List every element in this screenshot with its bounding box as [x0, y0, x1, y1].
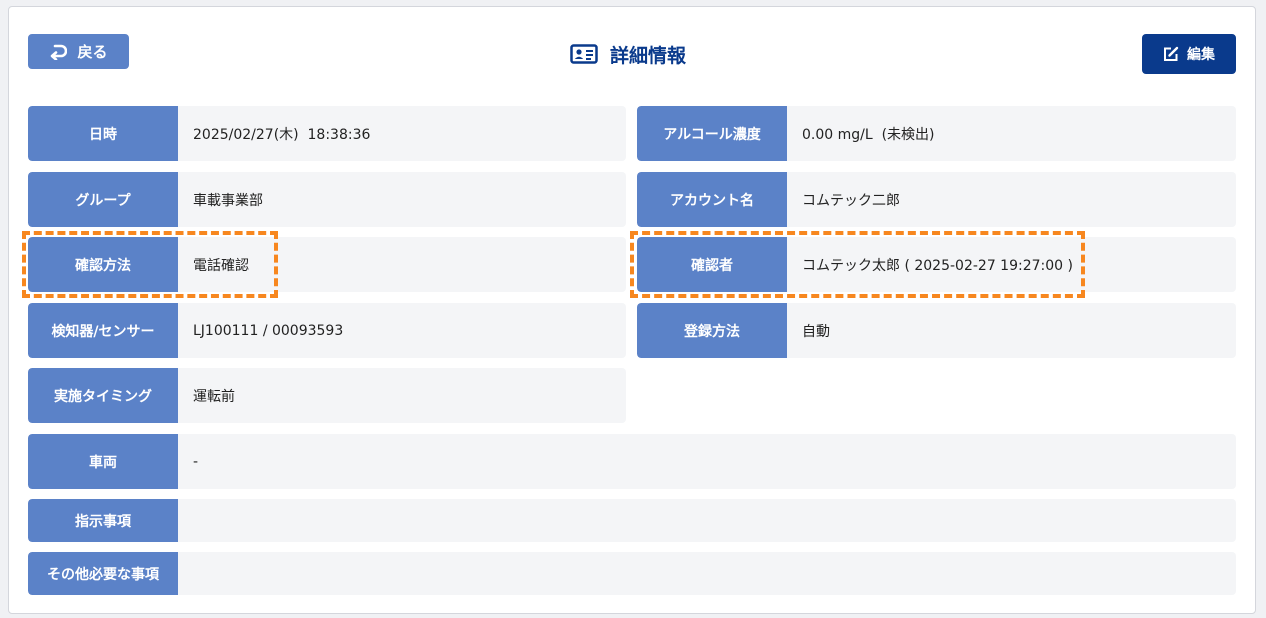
group-value: 車載事業部	[193, 192, 263, 209]
datetime-label: 日時	[28, 106, 178, 161]
back-label: 戻る	[77, 43, 108, 61]
account-value: コムテック二郎	[802, 192, 900, 209]
other-row: その他必要な事項	[28, 552, 1236, 595]
edit-label: 編集	[1187, 47, 1215, 63]
alcohol-value: 0.00 mg/L (未検出)	[802, 126, 935, 143]
instructions-label: 指示事項	[28, 499, 178, 542]
page-title-text: 詳細情報	[610, 44, 687, 67]
register-method-value: 自動	[802, 323, 830, 340]
vehicle-row: 車両 -	[28, 434, 1236, 489]
instructions-value	[178, 499, 193, 542]
account-row: アカウント名 コムテック二郎	[637, 172, 1236, 227]
return-arrow-icon	[49, 44, 68, 60]
detector-value: LJ100111 / 00093593	[193, 322, 344, 339]
confirmer-row: 確認者 コムテック太郎 ( 2025-02-27 19:27:00 )	[637, 237, 1236, 292]
confirm-method-row: 確認方法 電話確認	[28, 237, 626, 292]
detector-label: 検知器/センサー	[28, 303, 178, 358]
detector-row: 検知器/センサー LJ100111 / 00093593	[28, 303, 626, 358]
register-method-row: 登録方法 自動	[637, 303, 1236, 358]
group-row: グループ 車載事業部	[28, 172, 626, 227]
instructions-row: 指示事項	[28, 499, 1236, 542]
confirmer-value: コムテック太郎 ( 2025-02-27 19:27:00 )	[802, 257, 1073, 274]
timing-label: 実施タイミング	[28, 368, 178, 423]
alcohol-label: アルコール濃度	[637, 106, 787, 161]
vehicle-label: 車両	[28, 434, 178, 489]
confirm-method-label: 確認方法	[28, 237, 178, 292]
confirm-method-value: 電話確認	[193, 257, 249, 274]
id-card-icon	[570, 44, 598, 64]
group-label: グループ	[28, 172, 178, 227]
datetime-value: 2025/02/27(木) 18:38:36	[193, 126, 371, 143]
edit-icon	[1163, 46, 1179, 62]
alcohol-row: アルコール濃度 0.00 mg/L (未検出)	[637, 106, 1236, 161]
back-button[interactable]: 戻る	[28, 34, 129, 69]
account-label: アカウント名	[637, 172, 787, 227]
edit-button[interactable]: 編集	[1142, 34, 1236, 74]
other-value	[178, 552, 193, 595]
other-label: その他必要な事項	[28, 552, 178, 595]
vehicle-value: -	[193, 453, 199, 470]
register-method-label: 登録方法	[637, 303, 787, 358]
datetime-row: 日時 2025/02/27(木) 18:38:36	[28, 106, 626, 161]
timing-row: 実施タイミング 運転前	[28, 368, 626, 423]
timing-value: 運転前	[193, 388, 235, 405]
page-title: 詳細情報	[570, 40, 686, 68]
confirmer-label: 確認者	[637, 237, 787, 292]
